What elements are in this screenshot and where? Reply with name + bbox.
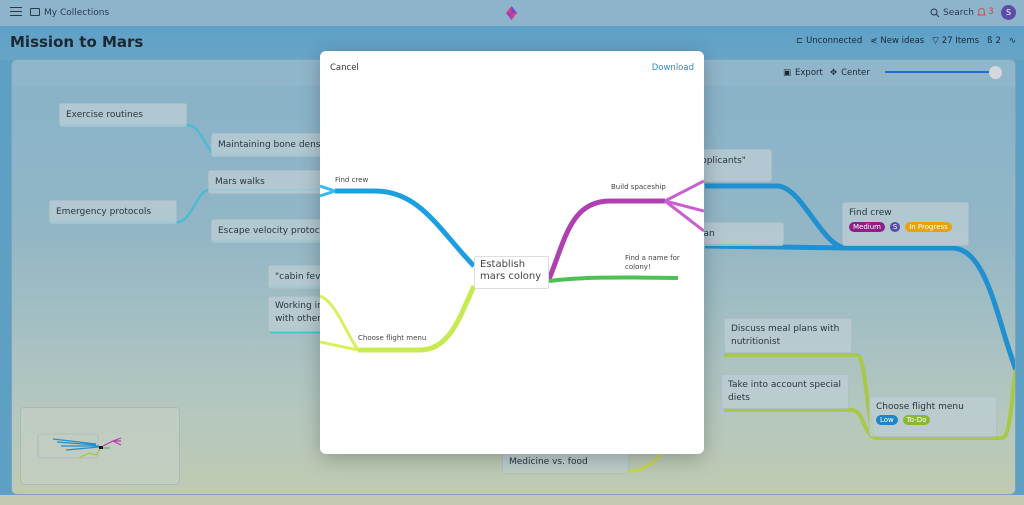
node-meal-plans[interactable]: Discuss meal plans with nutritionist xyxy=(724,318,852,353)
search-label: Search xyxy=(943,8,974,18)
filter-button[interactable]: ▽ 27 Items xyxy=(932,36,979,46)
unconnected-button[interactable]: ⊏ Unconnected xyxy=(796,36,862,46)
search-icon xyxy=(930,8,940,18)
node-emergency[interactable]: Emergency protocols xyxy=(49,200,177,224)
flight-menu-title: Choose flight menu xyxy=(876,402,964,412)
minimap[interactable] xyxy=(20,407,180,485)
zoom-slider-thumb[interactable] xyxy=(989,66,1002,79)
page-title: Mission to Mars xyxy=(10,33,144,51)
assignee-avatar: S xyxy=(889,222,901,232)
filter-icon: ▽ xyxy=(932,36,939,46)
mindmap-preview xyxy=(320,179,704,353)
center-icon: ✥ xyxy=(830,68,838,78)
priority-badge: Low xyxy=(876,415,898,425)
image-icon: ▣ xyxy=(783,68,792,78)
collaborators-icon: ß xyxy=(987,36,993,46)
hamburger-menu-icon[interactable] xyxy=(10,7,22,17)
minimap-root xyxy=(99,446,103,449)
label-find-crew: Find crew xyxy=(335,176,369,184)
minimap-crew-branch xyxy=(52,438,100,451)
label-choose-menu: Choose flight menu xyxy=(358,334,427,342)
priority-badge: Medium xyxy=(849,222,885,232)
node-mars-walks[interactable]: Mars walks xyxy=(208,170,338,194)
activity-button[interactable]: ∿ xyxy=(1009,36,1016,46)
unconnected-icon: ⊏ xyxy=(796,36,804,46)
canvas-bottom xyxy=(0,495,1024,505)
notification-count: 3 xyxy=(988,7,994,17)
share-nodes-icon: ⋞ xyxy=(870,36,878,46)
notifications-button[interactable]: 3 xyxy=(977,7,994,17)
branch-build-spaceship-sub xyxy=(664,179,704,233)
node-exercise[interactable]: Exercise routines xyxy=(59,103,187,127)
status-badge: To-Do xyxy=(902,415,931,425)
search-button[interactable]: Search xyxy=(930,8,974,18)
branch-find-crew xyxy=(335,188,476,268)
zoom-slider-track[interactable] xyxy=(885,71,997,73)
user-avatar[interactable]: S xyxy=(1001,5,1016,20)
top-bar: My Collections Search 3 S xyxy=(0,0,1024,26)
breadcrumb-collections[interactable]: My Collections xyxy=(44,8,109,18)
node-plan[interactable]: lan xyxy=(694,222,784,246)
task-node-flight-menu[interactable]: Choose flight menu Low To-Do xyxy=(869,396,997,437)
branch-find-name xyxy=(548,275,679,283)
status-badge: In Progress xyxy=(905,222,952,232)
collaborators-button[interactable]: ß2 xyxy=(987,36,1001,46)
minimap-spaceship-branch xyxy=(102,437,122,447)
app-logo-icon xyxy=(506,6,517,20)
header-actions: ⊏ Unconnected ⋞ New ideas ▽ 27 Items ß2 ∿ xyxy=(796,36,1016,46)
bell-icon xyxy=(977,7,986,16)
center-button[interactable]: ✥ Center xyxy=(830,68,870,78)
node-special-diets[interactable]: Take into account special diets xyxy=(721,374,849,409)
label-find-name: Find a name for colony! xyxy=(625,254,680,271)
activity-icon: ∿ xyxy=(1008,36,1016,46)
find-crew-title: Find crew xyxy=(849,208,892,218)
new-ideas-button[interactable]: ⋞ New ideas xyxy=(870,36,924,46)
branch-find-crew-sub xyxy=(320,184,336,198)
minimap-preview xyxy=(37,433,122,459)
folder-icon xyxy=(30,8,40,16)
export-button[interactable]: ▣ Export xyxy=(783,68,823,78)
branch-choose-menu-sub xyxy=(320,294,360,352)
label-build-spaceship: Build spaceship xyxy=(611,183,666,191)
export-preview-dialog: Cancel Download Find crew Build spaceshi… xyxy=(320,51,704,454)
task-node-find-crew[interactable]: Find crew Medium S In Progress xyxy=(842,202,969,246)
node-applicants[interactable]: pplicants" xyxy=(694,149,772,182)
root-node[interactable]: Establish mars colony xyxy=(474,256,549,289)
